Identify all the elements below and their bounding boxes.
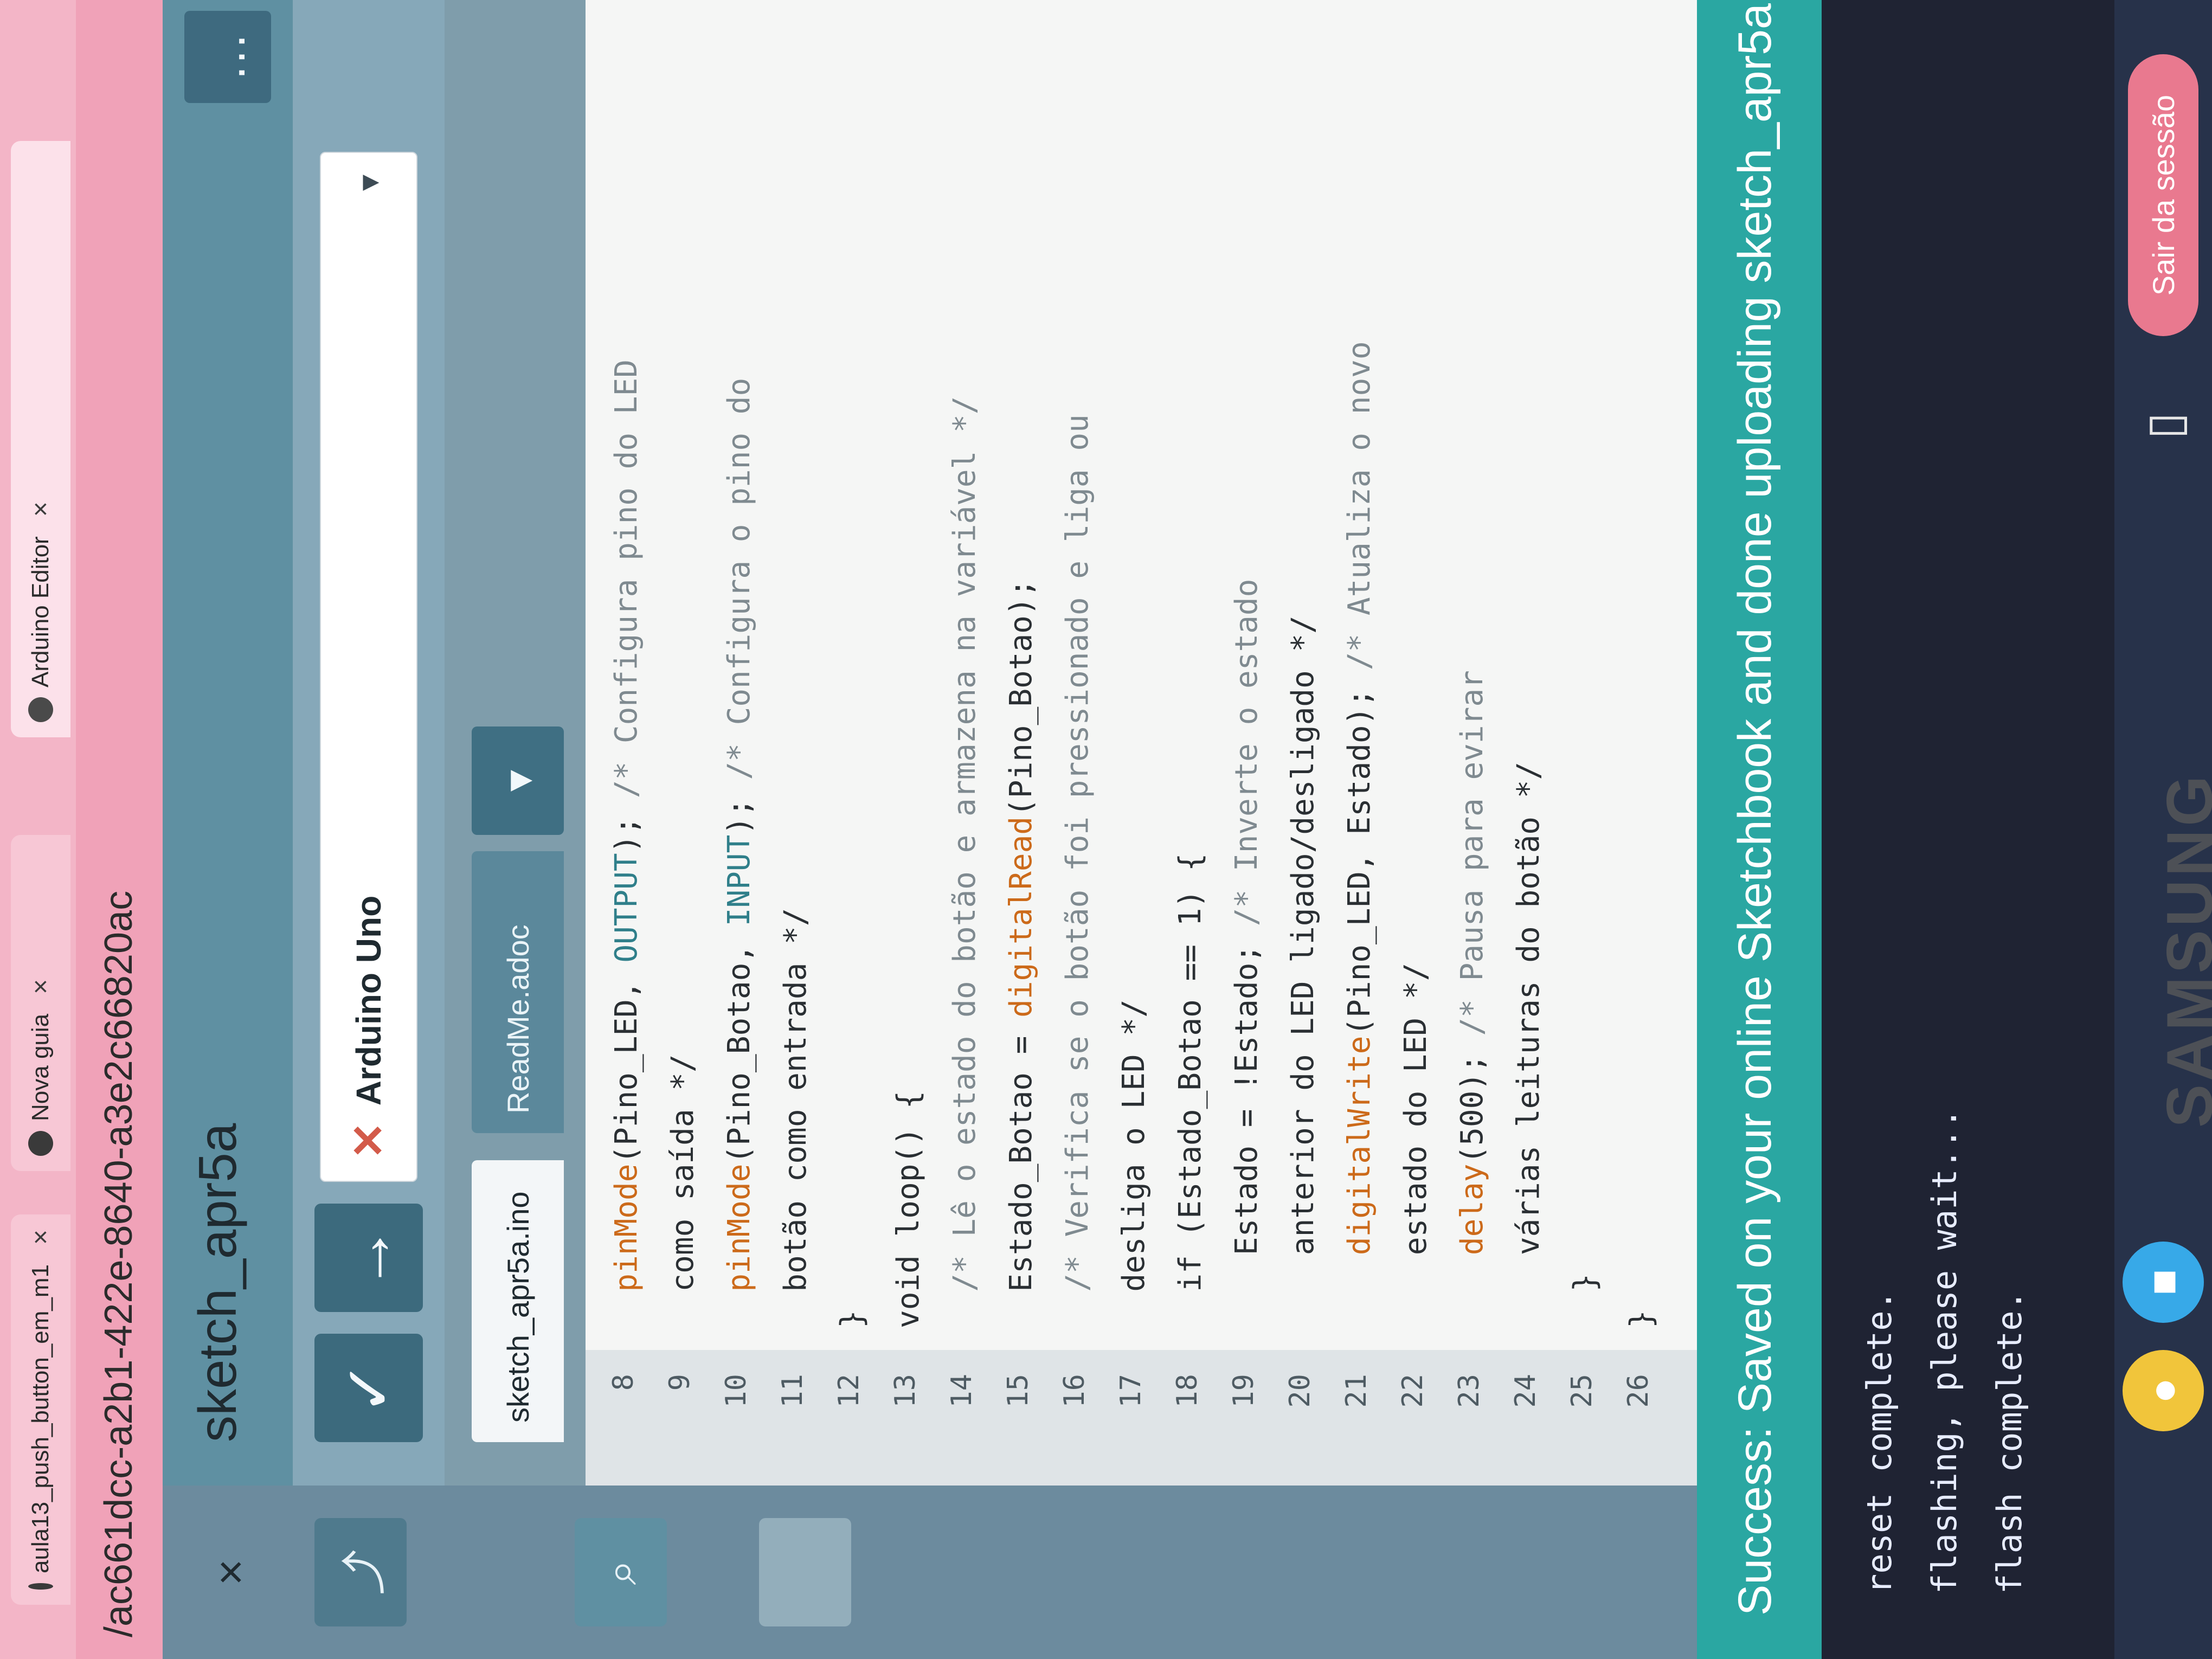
arrow-right-icon: → — [332, 1225, 405, 1290]
board-selector[interactable]: ✕ Arduino Uno ▾ — [320, 152, 417, 1182]
code-line[interactable]: delay(500); /* Pausa para evirar — [1453, 670, 1492, 1328]
code-line[interactable]: if (Estado_Botao == 1) { — [1171, 853, 1210, 1328]
line-number: 22 — [1397, 1374, 1429, 1408]
brand-logo: SAMSUNG — [2153, 772, 2212, 1128]
close-icon: × — [204, 1559, 256, 1586]
code-line[interactable]: /* Lê o estado do botão e armazena na va… — [946, 396, 985, 1328]
open-icon: ⤴ — [338, 1549, 390, 1596]
chrome-favicon-icon — [28, 1583, 53, 1590]
browser-chrome: aula13_push_button_em_m1 × Nova guia × A… — [0, 0, 163, 1659]
file-tabs: sketch_apr5a.ino ReadMe.adoc ▾ — [445, 0, 586, 1486]
editor-toolbar: ✓ → ✕ Arduino Uno ▾ — [293, 0, 445, 1486]
line-number: 16 — [1058, 1374, 1091, 1408]
line-number: 26 — [1622, 1374, 1655, 1408]
console-line: reset complete. — [1860, 1290, 1899, 1594]
tabs-dropdown-button[interactable]: ▾ — [472, 726, 564, 835]
line-number: 24 — [1509, 1374, 1542, 1408]
chrome-icon[interactable]: ● — [2123, 1350, 2204, 1431]
line-number: 8 — [607, 1374, 640, 1391]
sketch-header: sketch_apr5a … — [163, 0, 293, 1486]
chevron-down-icon: ▾ — [493, 769, 542, 792]
arduino-favicon-icon — [28, 697, 53, 722]
upload-button[interactable]: → — [314, 1204, 423, 1312]
status-banner: Success: Saved on your online Sketchbook… — [1697, 0, 1822, 1659]
browser-tab-nova-guia[interactable]: Nova guia × — [11, 835, 70, 1171]
console-line: flashing, please wait... — [1925, 1108, 1964, 1594]
console-line: flash complete. — [1990, 1290, 2029, 1594]
tab-readme[interactable]: ReadMe.adoc — [472, 851, 564, 1133]
line-number: 15 — [1002, 1374, 1034, 1408]
logout-button[interactable]: Sair da sessão — [2128, 54, 2198, 336]
close-icon[interactable]: × — [26, 501, 56, 517]
line-number: 19 — [1227, 1374, 1260, 1408]
code-line[interactable]: void loop() { — [889, 1091, 928, 1328]
line-number: 23 — [1453, 1374, 1486, 1408]
code-line[interactable]: /* Verifica se o botão foi pressionado e… — [1058, 414, 1097, 1328]
code-line[interactable]: desliga o LED */ — [1115, 999, 1154, 1328]
ellipsis-icon: … — [200, 32, 255, 82]
more-options-button[interactable]: … — [184, 11, 271, 103]
url-text[interactable]: /ac661dcc-a2b1-422e-8640-a3e2c66820ac — [97, 891, 141, 1637]
search-icon: ⌕ — [595, 1559, 646, 1585]
document-icon[interactable]: ▯ — [2136, 412, 2193, 439]
code-line[interactable]: Estado_Botao = digitalRead(Pino_Botao); — [1002, 579, 1041, 1328]
line-number: 12 — [833, 1374, 865, 1408]
code-line[interactable]: pinMode(Pino_LED, OUTPUT); /* Configura … — [607, 359, 646, 1328]
code-line[interactable]: estado do LED */ — [1397, 963, 1436, 1328]
code-line[interactable]: } — [1622, 1310, 1661, 1328]
tab-label: ReadMe.adoc — [500, 924, 535, 1114]
line-number: 9 — [664, 1374, 696, 1391]
files-icon[interactable]: ■ — [2123, 1242, 2204, 1323]
line-number: 11 — [776, 1374, 809, 1408]
tab-title: Nova guia — [27, 1013, 54, 1121]
close-sidebar-button[interactable]: × — [184, 1518, 276, 1626]
close-icon[interactable]: × — [26, 1230, 56, 1245]
line-number: 18 — [1171, 1374, 1204, 1408]
code-line[interactable]: pinMode(Pino_Botao, INPUT); /* Configura… — [720, 378, 759, 1328]
code-line[interactable]: como saída */ — [664, 1054, 703, 1328]
code-line[interactable]: anterior do LED ligado/desligado */ — [1284, 615, 1323, 1328]
code-line[interactable]: digitalWrite(Pino_LED, Estado); /* Atual… — [1340, 341, 1379, 1328]
code-line[interactable]: Estado = !Estado; /* Inverte o estado — [1227, 579, 1266, 1328]
sketch-title[interactable]: sketch_apr5a — [187, 1123, 248, 1442]
code-line[interactable]: } — [1566, 1274, 1605, 1328]
sidebar-placeholder — [759, 1518, 851, 1626]
address-bar[interactable]: /ac661dcc-a2b1-422e-8640-a3e2c66820ac — [76, 0, 163, 1659]
line-number: 13 — [889, 1374, 922, 1408]
board-name: Arduino Uno — [349, 895, 388, 1106]
search-button[interactable]: ⌕ — [575, 1518, 667, 1626]
device-screen: aula13_push_button_em_m1 × Nova guia × A… — [0, 0, 2212, 1659]
code-line[interactable]: } — [833, 1310, 872, 1328]
tab-label: sketch_apr5a.ino — [500, 1191, 535, 1423]
line-number: 14 — [946, 1374, 978, 1408]
browser-tab-aula13[interactable]: aula13_push_button_em_m1 × — [11, 1214, 70, 1605]
line-number: 25 — [1566, 1374, 1598, 1408]
chevron-down-icon: ▾ — [350, 175, 387, 191]
tab-strip: aula13_push_button_em_m1 × Nova guia × A… — [0, 0, 76, 1659]
browser-tab-arduino-editor[interactable]: Arduino Editor × — [11, 141, 70, 737]
left-rail: × ⤴ ⌕ — [163, 1486, 1898, 1659]
status-message: Success: Saved on your online Sketchbook… — [1729, 3, 1781, 1616]
code-line[interactable]: várias leituras do botão */ — [1509, 762, 1548, 1328]
chrome-favicon-icon — [28, 1131, 53, 1156]
check-icon: ✓ — [332, 1360, 405, 1416]
open-sketch-button[interactable]: ⤴ — [314, 1518, 407, 1626]
code-line[interactable]: botão como entrada */ — [776, 908, 815, 1328]
verify-button[interactable]: ✓ — [314, 1334, 423, 1442]
tab-title: Arduino Editor — [27, 536, 54, 687]
line-number: 21 — [1340, 1374, 1373, 1408]
code-editor[interactable]: 8 9 10 11 12 13 14 15 16 17 18 19 20 21 22 23 24 25 26 pin… — [586, 0, 1697, 1486]
line-number: 20 — [1284, 1374, 1316, 1408]
line-number: 17 — [1115, 1374, 1147, 1408]
line-number: 10 — [720, 1374, 753, 1408]
tab-title: aula13_push_button_em_m1 — [27, 1264, 54, 1574]
close-icon[interactable]: × — [26, 979, 56, 994]
line-number-gutter: 8 9 10 11 12 13 14 15 16 17 18 19 20 21 22 23 24 25 26 — [586, 1350, 1697, 1486]
code-lines[interactable]: pinMode(Pino_LED, OUTPUT); /* Configura … — [586, 0, 1697, 1350]
tab-sketch-ino[interactable]: sketch_apr5a.ino — [472, 1160, 564, 1442]
board-status-icon: ✕ — [344, 1122, 394, 1159]
